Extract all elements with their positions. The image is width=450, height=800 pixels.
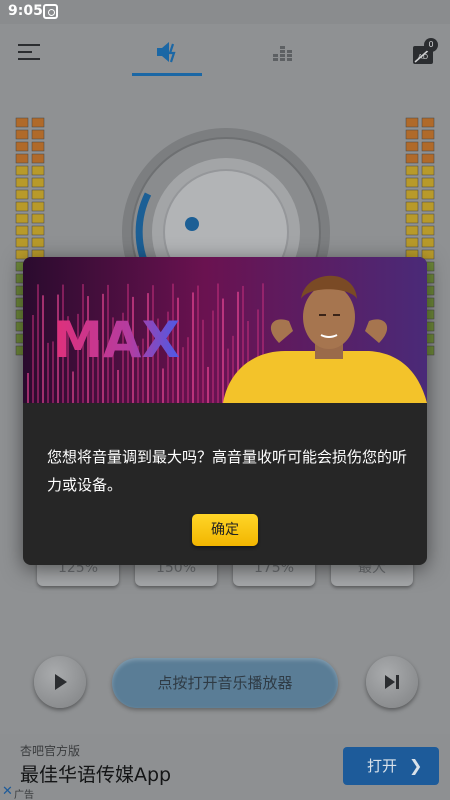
speaker-boost-icon (157, 42, 176, 63)
status-time: 9:05 (8, 3, 43, 19)
no-ads-badge: 0 (424, 38, 438, 52)
max-volume-dialog: MAX 您想将音量调到最大吗？高音量收听可能会损伤您的听力或设备。 确定 (23, 257, 427, 565)
ad-title[interactable]: 最佳华语传媒App (20, 760, 171, 787)
ad-open-button[interactable]: 打开 ❯ (343, 747, 439, 785)
equalizer-icon (273, 46, 292, 61)
top-bar: AD 0 (0, 24, 450, 80)
chevron-right-icon: ❯ (409, 756, 423, 775)
active-tab-indicator (132, 73, 202, 76)
menu-icon[interactable] (18, 44, 40, 60)
notification-app-icon (43, 4, 58, 19)
max-volume-banner-image: MAX (23, 257, 427, 403)
ad-banner[interactable]: 杏吧官方版 最佳华语传媒App 打开 ❯ ✕ 广告 (0, 734, 450, 800)
banner-max-text: MAX (53, 311, 180, 369)
ad-close-icon[interactable]: ✕ (2, 784, 13, 799)
open-music-player-button[interactable]: 点按打开音乐播放器 (112, 658, 338, 708)
ad-open-label: 打开 (367, 757, 398, 775)
play-button[interactable] (34, 656, 86, 708)
ad-source: 杏吧官方版 (20, 744, 81, 758)
skip-next-icon (385, 675, 399, 689)
status-bar: 9:05 (0, 0, 450, 24)
confirm-button[interactable]: 确定 (192, 514, 258, 546)
play-icon (55, 674, 67, 690)
ad-label: 广告 (14, 790, 34, 800)
tab-volume-booster[interactable] (132, 28, 202, 76)
next-track-button[interactable] (366, 656, 418, 708)
tab-equalizer[interactable] (268, 34, 298, 70)
knob-indicator (185, 217, 199, 231)
dialog-message: 您想将音量调到最大吗？高音量收听可能会损伤您的听力或设备。 (47, 448, 408, 494)
